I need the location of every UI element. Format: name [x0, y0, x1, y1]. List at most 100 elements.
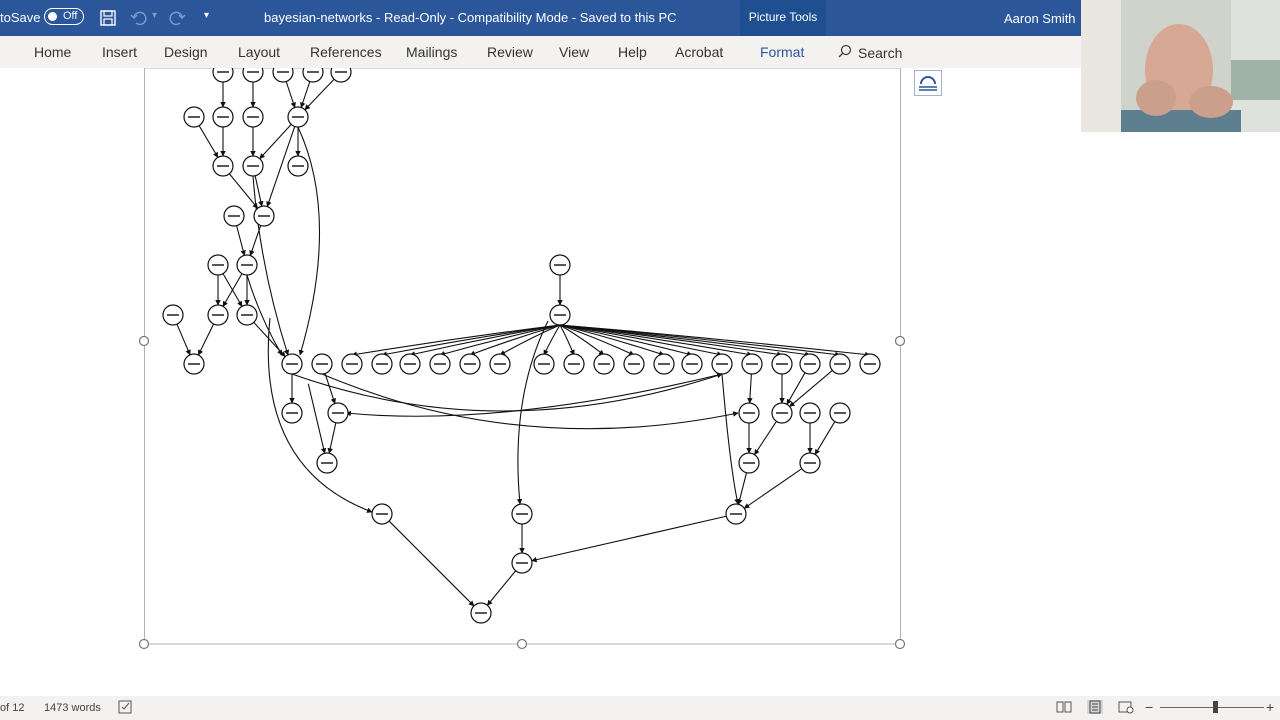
network-node [681, 353, 703, 375]
toggle-knob [48, 12, 57, 21]
tab-acrobat[interactable]: Acrobat [675, 44, 723, 60]
network-node [829, 353, 851, 375]
autosave-toggle[interactable]: Off [44, 8, 84, 25]
network-edge [300, 81, 311, 109]
network-node [459, 353, 481, 375]
page-count[interactable]: of 12 [0, 702, 24, 714]
network-node [207, 304, 229, 326]
network-edge [721, 373, 740, 505]
tab-insert[interactable]: Insert [102, 44, 137, 60]
proofing-icon[interactable] [118, 700, 134, 714]
network-node [711, 353, 733, 375]
word-count[interactable]: 1473 words [44, 702, 101, 714]
network-node [738, 452, 760, 474]
network-node [371, 353, 393, 375]
autosave-state: Off [63, 10, 78, 22]
network-node [316, 452, 338, 474]
network-node [330, 68, 352, 83]
network-node [489, 353, 511, 375]
network-node [236, 304, 258, 326]
network-node [183, 106, 205, 128]
customize-quick-access-icon[interactable]: ▾ [204, 10, 209, 21]
bayesian-network-picture[interactable] [0, 68, 1280, 696]
resize-handle-bottom-left [138, 638, 150, 650]
tab-view[interactable]: View [559, 44, 589, 60]
network-edge [307, 383, 327, 454]
presenter-video-image [1081, 0, 1280, 132]
network-edge [559, 324, 693, 357]
network-edge [236, 225, 246, 256]
network-node [287, 106, 309, 128]
network-node [859, 353, 881, 375]
zoom-slider-track[interactable] [1160, 707, 1264, 708]
network-node [212, 68, 234, 83]
status-bar: of 12 1473 words − + [0, 696, 1280, 720]
zoom-out-button[interactable]: − [1145, 699, 1153, 715]
document-area[interactable] [0, 68, 1280, 696]
tab-format[interactable]: Format [760, 44, 804, 60]
network-node [327, 402, 349, 424]
tab-references[interactable]: References [310, 44, 382, 60]
document-title: bayesian-networks - Read-Only - Compatib… [264, 10, 677, 25]
network-node [371, 503, 393, 525]
resize-handle-right [894, 335, 906, 347]
undo-icon[interactable] [130, 9, 148, 27]
resize-handle-bottom-right [894, 638, 906, 650]
webcam-overlay [1081, 0, 1280, 132]
network-edge [747, 373, 753, 404]
network-node [399, 353, 421, 375]
network-edge [285, 81, 296, 109]
network-node [223, 205, 245, 227]
network-edge [197, 323, 215, 356]
network-edge [559, 324, 783, 357]
network-node [281, 353, 303, 375]
network-node [162, 304, 184, 326]
network-node [183, 353, 205, 375]
network-node [302, 68, 324, 83]
network-node [236, 254, 258, 276]
search-box[interactable]: Search [838, 44, 902, 61]
network-node [799, 353, 821, 375]
network-edge [321, 373, 739, 430]
zoom-in-button[interactable]: + [1266, 699, 1274, 715]
network-edge [327, 422, 337, 454]
tab-design[interactable]: Design [164, 44, 208, 60]
tab-help[interactable]: Help [618, 44, 647, 60]
network-node [287, 155, 309, 177]
network-node [511, 503, 533, 525]
network-edge [743, 468, 803, 509]
resize-handle-bottom [516, 638, 528, 650]
network-node [549, 304, 571, 326]
network-node [207, 254, 229, 276]
read-mode-icon[interactable] [1056, 700, 1072, 714]
network-node [741, 353, 763, 375]
network-node [470, 602, 492, 624]
network-node [771, 402, 793, 424]
tab-layout[interactable]: Layout [238, 44, 280, 60]
zoom-slider-thumb[interactable] [1213, 701, 1218, 713]
undo-dropdown-icon[interactable]: ▾ [152, 10, 157, 21]
tab-review[interactable]: Review [487, 44, 533, 60]
redo-icon[interactable] [168, 9, 186, 27]
network-node [253, 205, 275, 227]
autosave-label: toSave [0, 10, 41, 25]
network-node [549, 254, 571, 276]
network-edge [814, 421, 836, 455]
network-node [725, 503, 747, 525]
network-edge [388, 520, 475, 607]
network-edge [486, 570, 517, 606]
tab-home[interactable]: Home [34, 44, 71, 60]
save-icon[interactable] [99, 9, 117, 27]
layout-options-button[interactable] [914, 70, 942, 96]
tab-mailings[interactable]: Mailings [406, 44, 457, 60]
network-node [738, 402, 760, 424]
network-edge [198, 125, 219, 158]
web-layout-icon[interactable] [1118, 700, 1134, 714]
print-layout-icon[interactable] [1087, 700, 1103, 714]
picture-tools-label: Picture Tools [740, 0, 826, 36]
user-name[interactable]: Aaron Smith [1004, 11, 1076, 26]
layout-options-icon [919, 76, 937, 91]
network-edge [559, 324, 871, 358]
network-node [242, 155, 264, 177]
network-node [533, 353, 555, 375]
